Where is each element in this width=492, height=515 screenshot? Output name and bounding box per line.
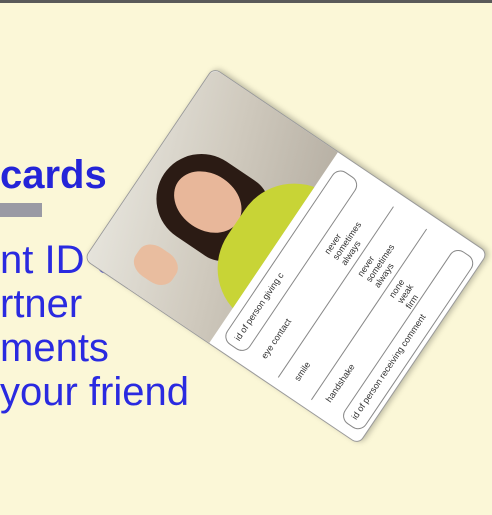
- bullet-bar: [0, 203, 42, 217]
- text-line-4: your friend: [0, 370, 189, 414]
- text-line-2: rtner: [0, 282, 83, 326]
- slide-title: cards: [0, 153, 107, 197]
- text-line-3: ments: [0, 326, 109, 370]
- card-photo: [84, 68, 338, 343]
- top-rule: [0, 0, 492, 3]
- smile-label: smile: [292, 359, 313, 383]
- receiver-id-label: id of person receiving comment: [349, 312, 428, 422]
- photo-waving-hand: [128, 238, 184, 292]
